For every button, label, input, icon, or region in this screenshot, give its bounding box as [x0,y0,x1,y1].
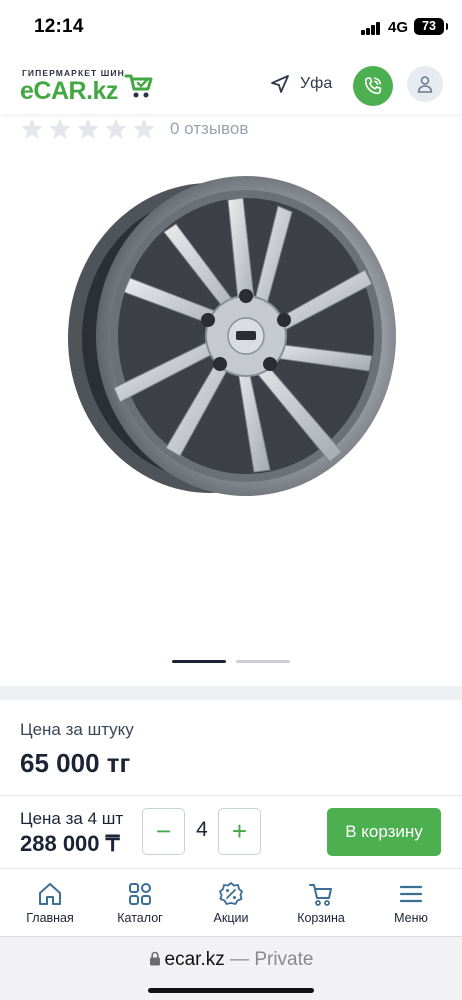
section-divider [0,686,462,700]
logo-text: eCAR.kz [20,77,118,105]
lock-icon [149,951,160,966]
url-domain: ecar.kz [164,949,225,970]
product-rating[interactable]: 0 отзывов [20,116,248,142]
cart-icon [309,884,332,906]
home-indicator [148,988,314,993]
percent-badge-icon [219,882,243,905]
nav-item-cart[interactable]: Корзина [275,881,367,925]
star-icon [21,118,43,139]
star-icon [133,118,155,139]
location-arrow-icon[interactable] [270,74,290,94]
total-price-value: 288 000 ₸ [20,831,120,856]
star-icon [49,118,71,139]
quantity-decrease-button[interactable]: − [142,808,185,855]
browser-address-bar[interactable]: ecar.kz — Private [0,936,462,1000]
profile-button[interactable] [407,66,443,102]
carousel-dot[interactable] [236,660,290,663]
image-carousel-indicator[interactable] [172,660,290,663]
price-label: Цена за штуку [20,720,134,739]
reviews-count: 0 отзывов [170,119,249,138]
nav-item-menu[interactable]: Меню [365,881,457,925]
nav-label-catalog: Каталог [117,911,163,925]
nav-item-home[interactable]: Главная [4,881,96,925]
status-bar: 12:14 4G 73 [0,0,462,54]
star-icon [77,118,99,139]
signal-icon [361,22,381,35]
nav-item-promotions[interactable]: Акции [185,881,277,925]
url-display[interactable]: ecar.kz — Private [0,949,462,971]
quantity-value: 4 [196,818,208,841]
quantity-increase-button[interactable]: + [218,808,261,855]
nav-item-catalog[interactable]: Каталог [94,881,186,925]
carousel-dot-active[interactable] [172,660,226,663]
bottom-navigation: Главная Каталог Акции Корзина Меню [0,868,462,936]
star-icon [105,118,127,139]
browsing-mode: Private [254,949,314,970]
nav-label-cart: Корзина [297,911,345,925]
cart-bar: Цена за 4 шт 288 000 ₸ − 4 + В корзину [0,795,462,868]
phone-icon [364,77,382,95]
nav-label-promotions: Акции [213,911,249,925]
battery-icon: 73 [414,18,448,35]
nav-label-home: Главная [26,911,74,925]
menu-icon [399,885,423,903]
user-icon [417,76,433,93]
price-value: 65 000 тг [20,748,131,778]
network-type: 4G [388,19,409,36]
product-image[interactable] [60,170,402,500]
total-price-label: Цена за 4 шт [20,809,124,828]
city-selector[interactable]: Уфа [300,75,332,93]
nav-label-menu: Меню [394,911,428,925]
call-button[interactable] [353,66,393,106]
logo-cart-icon [124,74,153,98]
catalog-icon [129,883,151,905]
home-icon [39,883,61,905]
add-to-cart-button[interactable]: В корзину [327,808,441,856]
site-header: ГИПЕРМАРКЕТ ШИН eCAR.kz Уфа [0,54,462,114]
url-separator: — [224,949,255,970]
status-time: 12:14 [34,16,84,37]
rating-stars [20,117,156,141]
